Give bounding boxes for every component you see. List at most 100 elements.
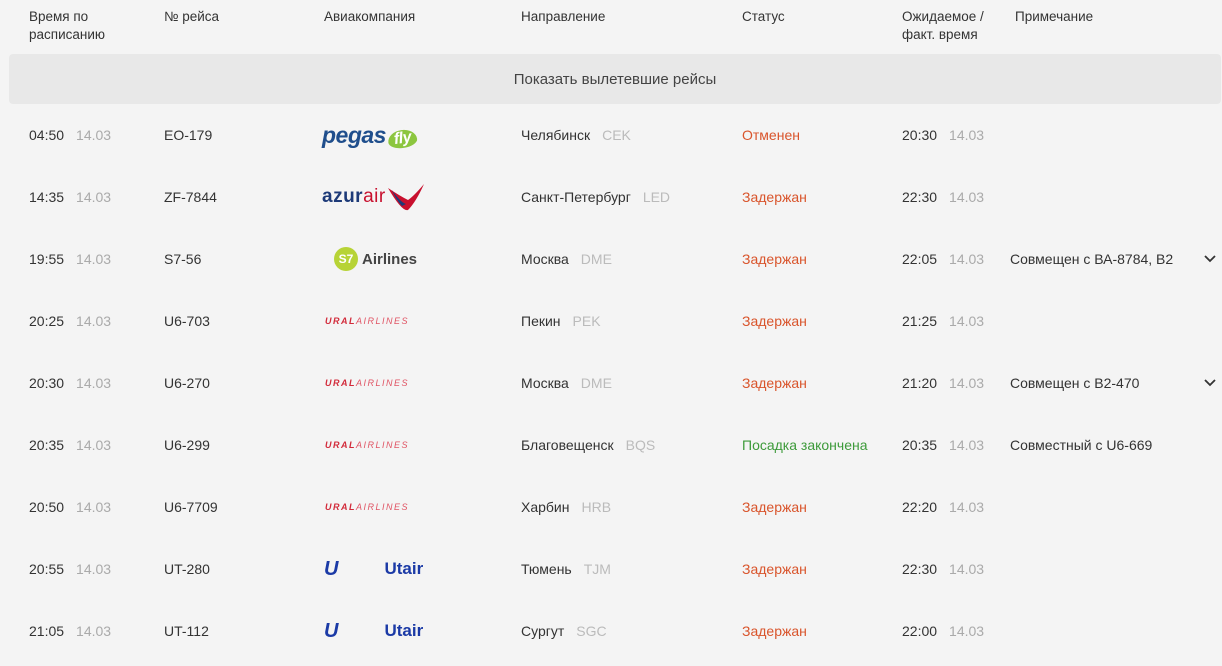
flight-status: Задержан [742,375,807,391]
expected-time: 22:00 [902,623,938,639]
flight-number[interactable]: UT-112 [164,600,209,662]
header-status: Статус [742,9,785,24]
show-departed-flights-button[interactable]: Показать вылетевшие рейсы [9,54,1221,104]
scheduled-time-cell: 20:35 14.03 [29,414,111,476]
utair-mark-icon: U [324,557,339,580]
direction-cell: Санкт-Петербург LED [521,166,670,228]
table-row[interactable]: 20:50 14.03 U6-7709 URALAIRLINES Харбин HRB За… [0,476,1222,538]
flight-status: Задержан [742,313,807,329]
airline-logo: URALAIRLINES [322,290,428,352]
airport-code: HRB [581,499,612,515]
scheduled-time-cell: 20:25 14.03 [29,290,111,352]
logo-text: Utair [384,621,424,640]
direction-cell: Харбин HRB [521,476,611,538]
expected-date: 14.03 [949,127,985,143]
flight-number[interactable]: UT-280 [164,538,210,600]
expected-time-cell: 22:30 14.03 [902,538,984,600]
expected-date: 14.03 [949,499,985,515]
logo-accent: AIRLINES [356,502,410,512]
s7-airlines-logo: S7 Airlines [334,247,417,271]
flight-number[interactable]: U6-299 [164,414,210,476]
expected-date: 14.03 [949,251,985,267]
direction-cell: Челябинск CEK [521,104,631,166]
ural-airlines-logo: URALAIRLINES [325,378,409,388]
scheduled-time: 19:55 [29,251,65,267]
flight-number[interactable]: U6-7709 [164,476,218,538]
flight-status: Задержан [742,561,807,577]
expected-time-cell: 22:20 14.03 [902,476,984,538]
scheduled-time-cell: 20:50 14.03 [29,476,111,538]
direction-cell: Москва DME [521,352,612,414]
airline-logo: U Utair [322,600,428,662]
destination-city: Челябинск [521,127,591,143]
flight-number[interactable]: S7-56 [164,228,201,290]
scheduled-date: 14.03 [76,499,112,515]
expected-date: 14.03 [949,437,985,453]
scheduled-time: 14:35 [29,189,65,205]
scheduled-time-cell: 14:35 14.03 [29,166,111,228]
airline-logo: pegas fly [322,104,428,166]
azur-air-logo: azurair [322,186,386,208]
flight-number[interactable]: U6-270 [164,352,210,414]
direction-cell: Сургут SGC [521,600,607,662]
airport-code: DME [580,375,612,391]
logo-accent: fly [386,127,419,150]
scheduled-time-cell: 21:05 14.03 [29,600,111,662]
utair-mark-icon: U [324,619,339,642]
table-row[interactable]: 20:30 14.03 U6-270 URALAIRLINES Москва DME Зад… [0,352,1222,414]
pegas-fly-logo: pegas fly [322,121,419,150]
table-row[interactable]: 20:25 14.03 U6-703 URALAIRLINES Пекин PEK Заде… [0,290,1222,352]
destination-city: Пекин [521,313,561,329]
scheduled-time: 20:50 [29,499,65,515]
table-row[interactable]: 20:35 14.03 U6-299 URALAIRLINES Благовещенск… [0,414,1222,476]
destination-city: Москва [521,375,569,391]
table-row[interactable]: 20:55 14.03 UT-280 U Utair Тюмень TJM Задержан 2… [0,538,1222,600]
scheduled-time-cell: 20:30 14.03 [29,352,111,414]
ural-airlines-logo: URALAIRLINES [325,316,409,326]
logo-text: URAL [325,440,356,450]
expected-time-cell: 22:05 14.03 [902,228,984,290]
scheduled-time-cell: 19:55 14.03 [29,228,111,290]
flights-table-body: 04:50 14.03 EO-179 pegas fly Челябинск CEK Отме… [0,104,1222,662]
logo-text: URAL [325,378,356,388]
airline-logo: URALAIRLINES [322,352,428,414]
scheduled-date: 14.03 [76,561,112,577]
table-row[interactable]: 19:55 14.03 S7-56 S7 Airlines Москва DME Задерж… [0,228,1222,290]
logo-accent: AIRLINES [356,378,410,388]
scheduled-time: 20:30 [29,375,65,391]
table-row[interactable]: 04:50 14.03 EO-179 pegas fly Челябинск CEK Отме… [0,104,1222,166]
airline-logo: URALAIRLINES [322,476,428,538]
expected-time: 22:30 [902,189,938,205]
flight-number[interactable]: ZF-7844 [164,166,217,228]
flight-status: Задержан [742,499,807,515]
flight-number[interactable]: U6-703 [164,290,210,352]
chevron-down-icon[interactable] [1204,352,1216,414]
ural-airlines-logo: URALAIRLINES [325,502,409,512]
expected-time: 22:30 [902,561,938,577]
airport-code: BQS [625,437,656,453]
flight-status: Задержан [742,251,807,267]
logo-text: pegas [322,121,386,148]
logo-text: URAL [325,502,356,512]
destination-city: Сургут [521,623,565,639]
table-row[interactable]: 21:05 14.03 UT-112 U Utair Сургут SGC Задержан 2… [0,600,1222,662]
flight-status: Задержан [742,189,807,205]
chevron-down-icon[interactable] [1204,228,1216,290]
scheduled-time-cell: 20:55 14.03 [29,538,111,600]
flight-number[interactable]: EO-179 [164,104,212,166]
flight-status: Посадка закончена [742,437,868,453]
flight-note: Совмещен с ВА-8784, B2 [1010,251,1174,267]
s7-badge: S7 [334,247,358,271]
header-scheduled-time: Время по расписанию [29,9,105,42]
table-row[interactable]: 14:35 14.03 ZF-7844 azurair Санкт-Петербург L… [0,166,1222,228]
logo-text: Utair [384,559,424,578]
scheduled-date: 14.03 [76,127,112,143]
airport-code: DME [580,251,612,267]
airport-code: SGC [576,623,607,639]
logo-accent: AIRLINES [356,440,410,450]
expected-time: 20:35 [902,437,938,453]
logo-accent: air [363,186,386,207]
airline-logo: URALAIRLINES [322,414,428,476]
airline-logo: U Utair [322,538,428,600]
expected-date: 14.03 [949,561,985,577]
